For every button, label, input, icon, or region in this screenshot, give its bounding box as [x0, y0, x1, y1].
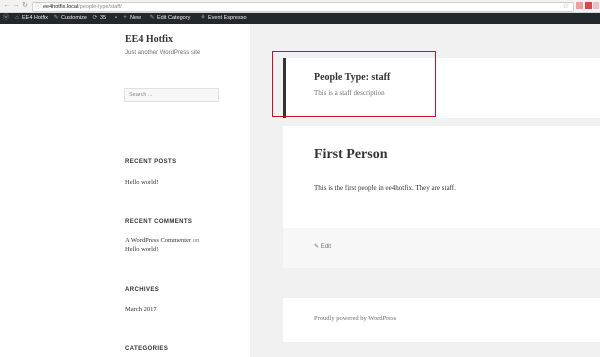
updates-count: 35: [100, 15, 107, 21]
new-label: New: [130, 15, 142, 21]
extension-icon[interactable]: [585, 2, 592, 9]
customize-label: Customize: [61, 15, 87, 21]
browser-toolbar: ← → ↻ ⓘ ee4hotfix.local/people-type/staf…: [0, 0, 600, 13]
recent-posts-heading: RECENT POSTS: [125, 159, 177, 165]
home-icon: ⌂: [15, 15, 19, 21]
archive-link[interactable]: March 2017: [125, 305, 157, 314]
search-input[interactable]: Search ...: [124, 88, 219, 102]
recent-post-link[interactable]: Hello world!: [125, 178, 158, 187]
edit-link[interactable]: ✎ Edit: [314, 243, 331, 250]
url-host: ee4hotfix.local: [43, 3, 79, 10]
url-path: /people-type/staff/: [78, 3, 122, 10]
admin-bar-customize[interactable]: ✎ Customize: [53, 13, 87, 24]
menu-icon[interactable]: [593, 2, 599, 9]
comments-icon: ▪: [114, 15, 118, 21]
post-title[interactable]: First Person: [314, 147, 387, 163]
wordpress-logo-icon[interactable]: ⓦ: [3, 13, 11, 24]
admin-bar-site-name[interactable]: ⌂ EE4 Hotfix: [14, 13, 48, 24]
brush-icon: ✎: [53, 15, 59, 21]
updates-icon: ⟳: [92, 15, 98, 21]
plus-icon: +: [123, 15, 127, 21]
admin-bar-event-espresso[interactable]: ⚘ Event Espresso: [200, 13, 247, 24]
post-card: [283, 126, 600, 228]
post-body: This is the first people in ee4hotfix. T…: [314, 184, 456, 192]
admin-bar-edit-category[interactable]: ✎ Edit Category: [149, 13, 190, 24]
archives-heading: ARCHIVES: [125, 287, 160, 293]
admin-bar-new[interactable]: + New: [122, 13, 141, 24]
admin-bar-comments[interactable]: ▪: [113, 13, 121, 24]
site-description: Just another WordPress site: [125, 50, 201, 56]
edit-label: Edit: [320, 244, 332, 250]
admin-bar-updates[interactable]: ⟳ 35: [92, 13, 106, 24]
pencil-icon: ✎: [149, 15, 155, 21]
site-title[interactable]: EE4 Hotfix: [125, 34, 173, 45]
url-text: ee4hotfix.local/people-type/staff/: [43, 3, 122, 11]
comment-post-link[interactable]: Hello world!: [125, 246, 158, 253]
extension-icon[interactable]: [576, 2, 583, 9]
event-espresso-icon: ⚘: [200, 15, 206, 21]
recent-comment-item: A WordPress Commenter on Hello world!: [125, 236, 199, 254]
highlight-annotation-box: [272, 51, 436, 117]
reload-icon[interactable]: ↻: [21, 2, 29, 10]
comment-on-text: on: [192, 237, 200, 244]
address-bar[interactable]: ⓘ ee4hotfix.local/people-type/staff/ ☆: [32, 1, 574, 12]
event-espresso-label: Event Espresso: [208, 15, 247, 21]
site-name-label: EE4 Hotfix: [22, 15, 48, 21]
pencil-icon: ✎: [314, 244, 320, 250]
recent-comments-heading: RECENT COMMENTS: [125, 219, 193, 225]
bookmark-star-icon[interactable]: ☆: [563, 3, 569, 11]
wp-admin-bar: ⓦ ⌂ EE4 Hotfix ✎ Customize ⟳ 35 ▪ + New ✎ Edi…: [0, 13, 600, 24]
edit-category-label: Edit Category: [157, 15, 191, 21]
footer-credit-link[interactable]: Proudly powered by WordPress: [314, 315, 396, 322]
comment-author-link[interactable]: A WordPress Commenter: [125, 237, 191, 244]
categories-heading: CATEGORIES: [125, 346, 169, 352]
page-info-icon[interactable]: ⓘ: [35, 3, 41, 11]
back-icon[interactable]: ←: [3, 2, 11, 10]
forward-icon[interactable]: →: [12, 2, 20, 10]
